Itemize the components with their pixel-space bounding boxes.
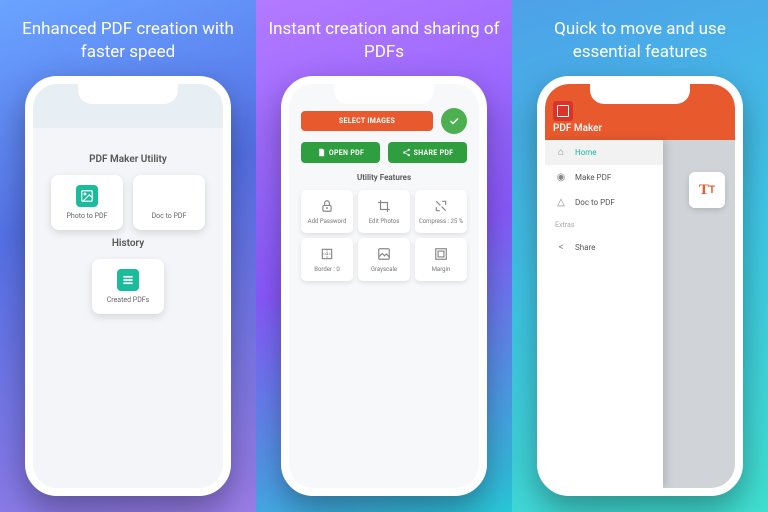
list-icon [117, 269, 139, 291]
app-title: PDF Maker [553, 123, 727, 134]
screen-2: SELECT IMAGES OPEN PDF SHARE PDF Uti [289, 84, 479, 488]
edit-photos-tile[interactable]: Edit Photos [358, 190, 410, 233]
utility-features-title: Utility Features [301, 173, 467, 182]
grayscale-tile[interactable]: Grayscale [358, 238, 410, 281]
nav-drawer: ⌂ Home ◉ Make PDF △ Doc to PDF Extras < … [545, 140, 663, 488]
share-icon [402, 148, 411, 157]
promo-panel-2: Instant creation and sharing of PDFs SEL… [256, 0, 512, 512]
camera-icon: ◉ [555, 172, 567, 183]
phone-frame-2: SELECT IMAGES OPEN PDF SHARE PDF Uti [281, 76, 487, 496]
crop-icon [376, 198, 392, 214]
margin-tile[interactable]: Margin [415, 238, 467, 281]
created-pdfs-card[interactable]: Created PDFs [92, 259, 164, 314]
phone-frame-3: PDF Maker TT ⌂ Home ◉ Make PDF △ Doc to … [537, 76, 743, 496]
phone-notch [78, 84, 178, 104]
text-icon: TT [158, 185, 180, 207]
share-pdf-button[interactable]: SHARE PDF [388, 142, 467, 163]
headline-1: Enhanced PDF creation with faster speed [10, 18, 246, 66]
compress-icon [433, 198, 449, 214]
nav-share[interactable]: < Share [545, 235, 663, 260]
phone-notch [334, 84, 434, 104]
app-logo-icon [553, 101, 573, 121]
share-icon: < [555, 242, 567, 253]
margin-icon [433, 246, 449, 262]
doc-card-label: Doc to PDF [152, 212, 187, 220]
border-icon [319, 246, 335, 262]
doc-to-pdf-card[interactable]: TT Doc to PDF [133, 175, 205, 230]
photo-icon [76, 185, 98, 207]
lock-plus-icon [319, 198, 335, 214]
screen-1: PDF Maker Utility Photo to PDF TT Doc to… [33, 84, 223, 488]
compress-tile[interactable]: Compress : 25 % [415, 190, 467, 233]
promo-panel-3: Quick to move and use essential features… [512, 0, 768, 512]
nav-home[interactable]: ⌂ Home [545, 140, 663, 165]
phone-notch [590, 84, 690, 104]
home-icon: ⌂ [555, 147, 567, 158]
add-password-tile[interactable]: Add Password [301, 190, 353, 233]
section-title-history: History [43, 238, 213, 249]
section-title-utility: PDF Maker Utility [43, 154, 213, 165]
headline-3: Quick to move and use essential features [522, 18, 758, 66]
nav-section-extras: Extras [545, 215, 663, 235]
select-images-button[interactable]: SELECT IMAGES [301, 111, 433, 131]
confirm-fab[interactable] [441, 108, 467, 134]
photo-to-pdf-card[interactable]: Photo to PDF [51, 175, 123, 230]
photo-card-label: Photo to PDF [66, 212, 107, 220]
headline-2: Instant creation and sharing of PDFs [266, 18, 502, 66]
image-icon [376, 246, 392, 262]
promo-panel-1: Enhanced PDF creation with faster speed … [0, 0, 256, 512]
history-card-label: Created PDFs [107, 296, 150, 304]
peek-card: TT [689, 172, 725, 208]
border-tile[interactable]: Border : 0 [301, 238, 353, 281]
file-icon [317, 148, 326, 157]
screen-3: PDF Maker TT ⌂ Home ◉ Make PDF △ Doc to … [545, 84, 735, 488]
doc-icon: △ [555, 197, 567, 208]
open-pdf-button[interactable]: OPEN PDF [301, 142, 380, 163]
nav-make-pdf[interactable]: ◉ Make PDF [545, 165, 663, 190]
nav-doc-to-pdf[interactable]: △ Doc to PDF [545, 190, 663, 215]
phone-frame-1: PDF Maker Utility Photo to PDF TT Doc to… [25, 76, 231, 496]
